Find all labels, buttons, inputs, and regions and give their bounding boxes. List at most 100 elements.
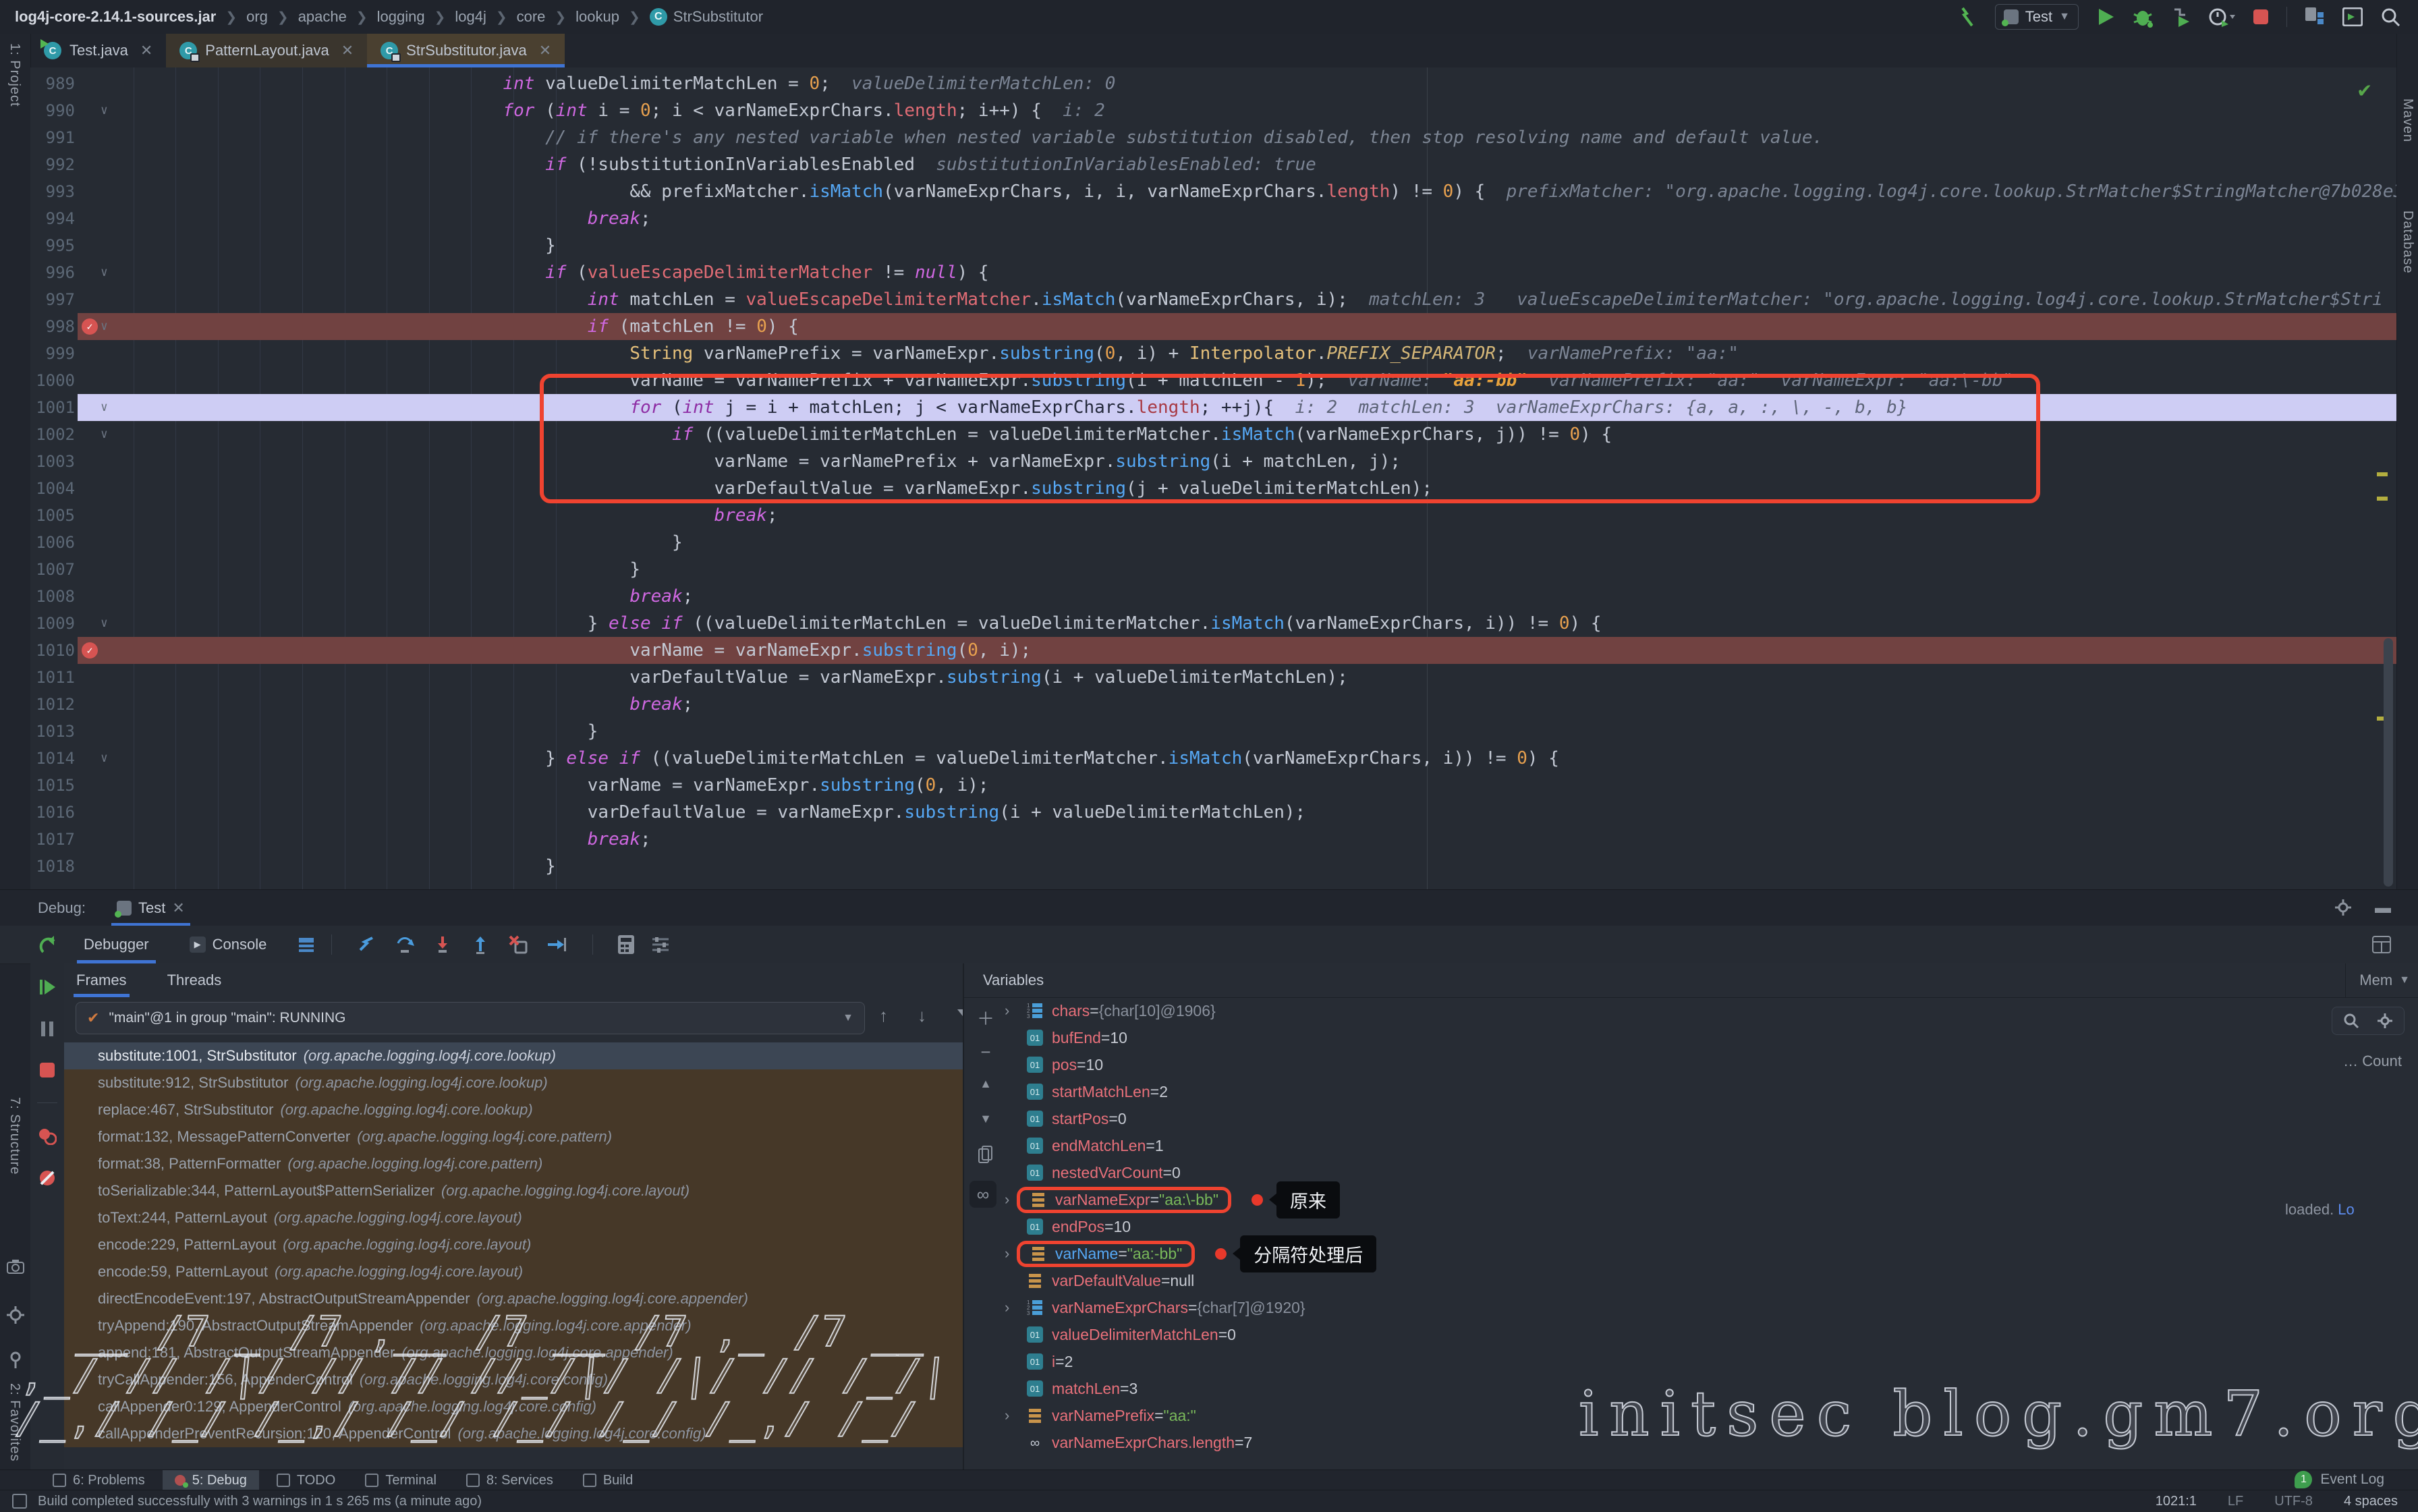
frame-row[interactable]: directEncodeEvent:197, AbstractOutputStr… [64, 1285, 963, 1312]
breadcrumb-item[interactable]: StrSubstitutor [673, 8, 763, 26]
frame-row[interactable]: tryCallAppender:156, AppenderControl(org… [64, 1366, 963, 1393]
terminal-window-icon[interactable] [2342, 7, 2363, 26]
sidebar-item-maven[interactable]: Maven [2400, 99, 2415, 142]
memory-tab[interactable]: Mem ▼ [2345, 963, 2410, 997]
tab-PatternLayout.java[interactable]: CPatternLayout.java✕ [166, 34, 367, 67]
indent-size[interactable]: 4 spaces [2344, 1494, 2398, 1509]
variable-row[interactable]: 01bufEnd = 10 [964, 1024, 2418, 1051]
thread-selector[interactable]: ✔ "main"@1 in group "main": RUNNING ▼ [76, 1002, 865, 1034]
profiler-button[interactable] [2208, 7, 2235, 27]
drop-frame-icon[interactable] [509, 935, 528, 954]
restore-layout-icon[interactable] [2372, 936, 2391, 953]
expander-icon[interactable]: › [1005, 1299, 1026, 1316]
variable-row[interactable]: ›123chars = {char[10]@1906} [964, 997, 2418, 1024]
tool-button-todo[interactable]: TODO [264, 1470, 347, 1490]
frame-row[interactable]: replace:467, StrSubstitutor(org.apache.l… [64, 1096, 963, 1123]
sidebar-item-project[interactable]: 1: Project [7, 43, 22, 107]
code-editor[interactable]: 989 int valueDelimiterMatchLen = 0; valu… [30, 67, 2396, 889]
variable-row[interactable]: varDefaultValue = null [964, 1267, 2418, 1294]
breadcrumb-item[interactable]: core [517, 8, 546, 26]
tab-debugger[interactable]: Debugger [77, 926, 156, 963]
filter-icon[interactable] [956, 1005, 963, 1026]
sidebar-item-favorites[interactable]: 2: Favorites [7, 1383, 22, 1461]
settings-gear-icon[interactable] [2334, 899, 2352, 918]
variable-row[interactable]: 01startPos = 0 [964, 1105, 2418, 1132]
variable-row[interactable]: 01startMatchLen = 2 [964, 1078, 2418, 1105]
variable-row[interactable]: 01endPos = 10 [964, 1213, 2418, 1240]
frame-row[interactable]: format:38, PatternFormatter(org.apache.l… [64, 1150, 963, 1177]
tab-Test.java[interactable]: CTest.java✕ [30, 34, 166, 67]
frame-row[interactable]: encode:229, PatternLayout(org.apache.log… [64, 1231, 963, 1258]
mute-breakpoints-icon[interactable] [38, 1169, 56, 1187]
variable-row[interactable]: 01nestedVarCount = 0 [964, 1159, 2418, 1186]
editor-scrollbar[interactable] [2384, 638, 2393, 887]
sidebar-item-database[interactable]: Database [2400, 211, 2415, 274]
line-separator[interactable]: LF [2228, 1494, 2243, 1509]
debug-button[interactable] [2133, 6, 2153, 28]
variable-row[interactable]: ∞varNameExprChars.length = 7 [964, 1429, 2418, 1456]
tab-frames[interactable]: Frames [76, 963, 127, 997]
frame-row[interactable]: format:132, MessagePatternConverter(org.… [64, 1123, 963, 1150]
status-icon[interactable] [12, 1494, 27, 1509]
tool-button-6-problems[interactable]: 6: Problems [40, 1470, 157, 1490]
show-execution-point-icon[interactable] [358, 935, 376, 954]
frame-row[interactable]: substitute:1001, StrSubstitutor(org.apac… [64, 1042, 963, 1069]
coverage-button[interactable] [2170, 7, 2191, 27]
tool-button-8-services[interactable]: 8: Services [454, 1470, 565, 1490]
variable-row[interactable]: ›123varNameExprChars = {char[7]@1920} [964, 1294, 2418, 1321]
frame-up-icon[interactable]: ↑ [879, 1005, 888, 1026]
stop-button[interactable] [2253, 9, 2269, 25]
caret-position[interactable]: 1021:1 [2156, 1494, 2197, 1509]
camera-icon[interactable] [7, 1259, 24, 1274]
tool-button-build[interactable]: Build [571, 1470, 645, 1490]
variable-row[interactable]: 01i = 2 [964, 1348, 2418, 1375]
expander-icon[interactable]: › [1005, 1407, 1026, 1424]
frame-row[interactable]: tryAppend:190, AbstractOutputStreamAppen… [64, 1312, 963, 1339]
close-icon[interactable]: ✕ [172, 899, 184, 917]
step-into-icon[interactable] [433, 935, 452, 954]
debug-session-tab[interactable]: Test ✕ [111, 890, 190, 926]
layout-options-icon[interactable] [298, 936, 315, 953]
frame-row[interactable]: append:181, AbstractOutputStreamAppender… [64, 1339, 963, 1366]
frame-down-icon[interactable]: ↓ [918, 1005, 926, 1026]
frame-row[interactable]: encode:59, PatternLayout(org.apache.logg… [64, 1258, 963, 1285]
variable-row[interactable]: ›varName = "aa:-bb"分隔符处理后 [964, 1240, 2418, 1267]
stop-icon[interactable] [39, 1062, 55, 1078]
resume-icon[interactable] [38, 978, 56, 996]
pause-icon[interactable] [40, 1020, 55, 1038]
file-encoding[interactable]: UTF-8 [2274, 1494, 2313, 1509]
back-arrow-icon[interactable] [1957, 5, 1977, 28]
breadcrumb-item[interactable]: logging [377, 8, 425, 26]
tab-console[interactable]: ▶ Console [183, 926, 274, 963]
gear-icon[interactable] [7, 1306, 24, 1324]
breadcrumb-item[interactable]: lookup [575, 8, 619, 26]
step-out-icon[interactable] [471, 935, 490, 954]
sidebar-item-structure[interactable]: 7: Structure [7, 1097, 22, 1175]
tool-windows-icon[interactable] [2305, 7, 2325, 27]
frame-row[interactable]: toText:244, PatternLayout(org.apache.log… [64, 1204, 963, 1231]
evaluate-expression-icon[interactable] [617, 934, 635, 955]
tab-threads[interactable]: Threads [167, 963, 222, 997]
step-over-icon[interactable] [395, 935, 414, 954]
breadcrumb-item[interactable]: org [246, 8, 268, 26]
variable-row[interactable]: 01matchLen = 3 [964, 1375, 2418, 1402]
run-button[interactable] [2096, 7, 2115, 27]
frame-row[interactable]: toSerializable:344, PatternLayout$Patter… [64, 1177, 963, 1204]
close-icon[interactable]: ✕ [140, 42, 152, 59]
tool-button-terminal[interactable]: Terminal [353, 1470, 449, 1490]
breadcrumb-item[interactable]: log4j [455, 8, 486, 26]
inspections-ok-icon[interactable]: ✔ [2357, 80, 2372, 102]
tab-StrSubstitutor.java[interactable]: CStrSubstitutor.java✕ [367, 34, 565, 67]
variable-row[interactable]: 01endMatchLen = 1 [964, 1132, 2418, 1159]
breadcrumb-item[interactable]: apache [298, 8, 347, 26]
close-icon[interactable]: ✕ [341, 42, 354, 59]
pin-icon[interactable] [7, 1351, 24, 1368]
expander-icon[interactable]: › [1005, 1002, 1026, 1019]
hide-panel-icon[interactable]: ▬ [2375, 899, 2391, 918]
search-icon[interactable] [2380, 7, 2400, 27]
event-log[interactable]: 1 Event Log [2295, 1471, 2384, 1488]
close-icon[interactable]: ✕ [539, 42, 551, 59]
run-config-selector[interactable]: Test ▼ [1995, 4, 2079, 30]
frame-row[interactable]: substitute:912, StrSubstitutor(org.apach… [64, 1069, 963, 1096]
variable-row[interactable]: 01pos = 10 [964, 1051, 2418, 1078]
